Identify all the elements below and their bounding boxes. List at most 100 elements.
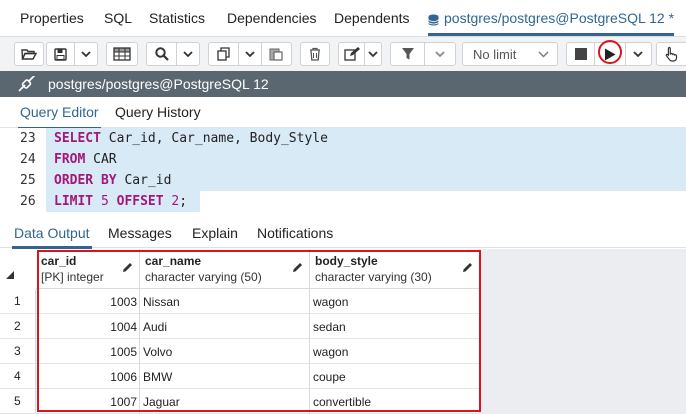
row-number[interactable]: 2: [0, 314, 36, 339]
tab-data-output[interactable]: Data Output: [12, 225, 91, 249]
chevron-down-icon: [183, 50, 193, 57]
line-number: 25: [20, 173, 36, 188]
open-file-button[interactable]: [14, 42, 44, 66]
editor-tab-bar: Query Editor Query History: [0, 97, 686, 130]
column-name: car_name: [145, 254, 202, 268]
pencil-icon[interactable]: [462, 262, 473, 273]
cell-car-id[interactable]: 1006: [36, 364, 140, 389]
find-dropdown[interactable]: [176, 43, 199, 65]
tab-query-tool-label: postgres/postgres@PostgreSQL 12 *: [444, 10, 675, 26]
line-number: 26: [20, 194, 36, 209]
tab-statistics[interactable]: Statistics: [149, 10, 205, 26]
row-number[interactable]: 1: [0, 289, 36, 314]
find-button-group: [146, 42, 200, 66]
stop-button[interactable]: [567, 43, 594, 65]
edit-button[interactable]: [339, 43, 364, 65]
sql-keyword: FROM: [54, 152, 86, 167]
column-type: character varying (30): [315, 270, 432, 284]
cell-car-name[interactable]: Nissan: [140, 289, 310, 314]
tab-messages[interactable]: Messages: [108, 225, 172, 241]
cell-car-id[interactable]: 1007: [36, 389, 140, 414]
tab-query-editor[interactable]: Query Editor: [18, 104, 101, 130]
tab-query-history[interactable]: Query History: [115, 104, 201, 120]
cell-body-style[interactable]: sedan: [310, 314, 480, 339]
row-limit-value: No limit: [473, 46, 517, 62]
pencil-icon[interactable]: [122, 262, 133, 273]
edit-icon: [344, 47, 360, 61]
database-icon: [428, 13, 439, 26]
cell-body-style[interactable]: convertible: [310, 389, 480, 414]
tab-dependencies[interactable]: Dependencies: [227, 10, 317, 26]
save-dropdown[interactable]: [74, 43, 97, 65]
column-name: body_style: [315, 254, 378, 268]
delete-button[interactable]: [300, 42, 330, 66]
code-line[interactable]: ORDER BY Car_id: [46, 170, 686, 191]
tab-dependents[interactable]: Dependents: [334, 10, 410, 26]
filter-button-group: [390, 42, 456, 66]
pointer-button[interactable]: [656, 42, 686, 66]
code-line[interactable]: LIMIT 5 OFFSET 2;: [46, 191, 200, 212]
sql-keyword: SELECT: [54, 131, 101, 146]
table-grid-icon: [113, 47, 131, 61]
tab-sql[interactable]: SQL: [104, 10, 132, 26]
cell-car-name[interactable]: Audi: [140, 314, 310, 339]
execute-button[interactable]: [594, 43, 624, 65]
column-header-car-id[interactable]: car_id [PK] integer: [36, 249, 140, 289]
cell-car-name[interactable]: BMW: [140, 364, 310, 389]
tab-notifications[interactable]: Notifications: [257, 225, 333, 241]
copy-icon: [216, 47, 230, 61]
execute-icon: [604, 48, 616, 60]
connection-status-icon[interactable]: [18, 74, 36, 95]
cell-car-id[interactable]: 1004: [36, 314, 140, 339]
code-line[interactable]: SELECT Car_id, Car_name, Body_Style: [46, 128, 686, 149]
column-header-body-style[interactable]: body_style character varying (30): [310, 249, 480, 289]
column-header-car-name[interactable]: car_name character varying (50): [140, 249, 310, 289]
execute-dropdown[interactable]: [624, 43, 651, 65]
filter-dropdown[interactable]: [424, 43, 455, 65]
select-all-icon: [6, 271, 14, 279]
find-button[interactable]: [147, 43, 176, 65]
sql-text: CAR: [85, 152, 117, 167]
view-data-button[interactable]: [106, 42, 138, 66]
cell-body-style[interactable]: wagon: [310, 339, 480, 364]
tab-properties[interactable]: Properties: [20, 10, 84, 26]
sql-editor[interactable]: 23 24 25 26 SELECT Car_id, Car_name, Bod…: [0, 128, 686, 216]
sql-text: Car_id: [116, 173, 172, 188]
filter-button[interactable]: [391, 43, 424, 65]
row-limit-select[interactable]: No limit: [462, 42, 558, 66]
cell-car-id[interactable]: 1005: [36, 339, 140, 364]
sql-text: ;: [179, 194, 188, 209]
sql-keyword: LIMIT: [54, 194, 94, 209]
row-number[interactable]: 4: [0, 364, 36, 389]
copy-button[interactable]: [209, 43, 238, 65]
save-button-group: [46, 42, 98, 66]
paste-button[interactable]: [260, 43, 291, 65]
row-number[interactable]: 3: [0, 339, 36, 364]
cell-body-style[interactable]: wagon: [310, 289, 480, 314]
line-number: 23: [20, 131, 36, 146]
tab-explain[interactable]: Explain: [192, 225, 238, 241]
cell-car-name[interactable]: Volvo: [140, 339, 310, 364]
line-number-gutter: 23 24 25 26: [0, 128, 46, 216]
code-line[interactable]: FROM CAR: [46, 149, 686, 170]
tab-query-tool[interactable]: postgres/postgres@PostgreSQL 12 *: [428, 0, 675, 36]
edit-dropdown[interactable]: [364, 43, 381, 65]
cell-car-id[interactable]: 1003: [36, 289, 140, 314]
select-all-corner[interactable]: [0, 249, 37, 290]
sql-text: Car_id, Car_name, Body_Style: [100, 131, 328, 146]
cell-car-name[interactable]: Jaguar: [140, 389, 310, 414]
stop-icon: [574, 48, 587, 60]
chevron-down-icon: [435, 50, 445, 57]
search-icon: [155, 47, 169, 61]
execute-button-group: [566, 42, 652, 66]
row-number[interactable]: 5: [0, 389, 36, 414]
cell-body-style[interactable]: coupe: [310, 364, 480, 389]
chevron-down-icon: [81, 50, 91, 57]
filter-icon: [401, 48, 414, 60]
delete-icon: [310, 47, 320, 61]
chevron-down-icon: [538, 51, 549, 57]
query-toolbar: No limit: [0, 37, 686, 72]
copy-dropdown[interactable]: [238, 43, 260, 65]
save-button[interactable]: [47, 43, 74, 65]
pencil-icon[interactable]: [292, 262, 303, 273]
